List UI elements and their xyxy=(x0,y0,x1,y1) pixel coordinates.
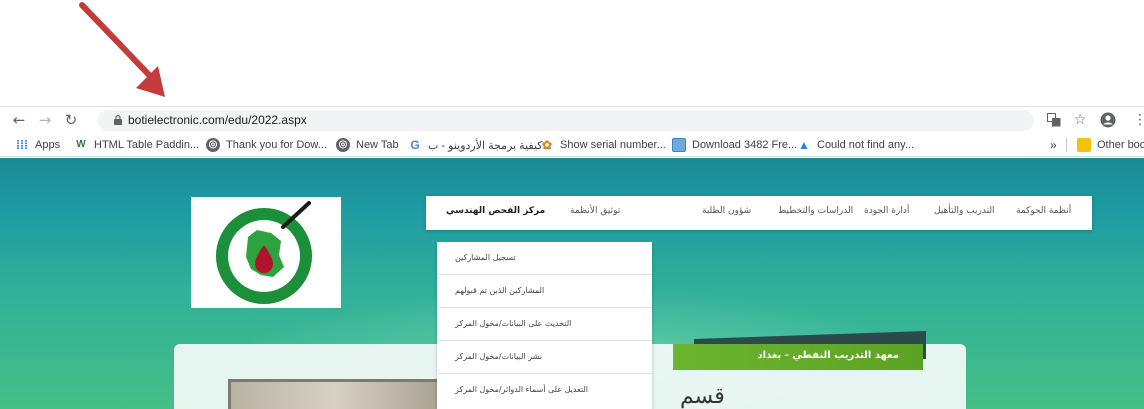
google-icon: G xyxy=(410,138,420,152)
globe-icon: ◎ xyxy=(336,138,350,152)
bookmark-download[interactable]: Download 3482 Fre... xyxy=(672,136,797,154)
star-icon[interactable]: ☆ xyxy=(1070,110,1090,130)
gear-icon: ✿ xyxy=(541,138,553,152)
apps-grid-icon: ⁞⁞⁞ xyxy=(16,138,28,152)
nav-planning[interactable]: الدراسات والتخطيط xyxy=(778,206,853,216)
dropdown-item-label: المشاركين الذين تم قبولهم xyxy=(455,286,545,295)
screenshot: ← → ↻ botielectronic.com/edu/2022.aspx ☆… xyxy=(0,0,1144,409)
bookmarks-overflow-button[interactable]: » xyxy=(1050,136,1057,154)
menu-icon[interactable]: ⋮ xyxy=(1130,110,1144,130)
forward-icon[interactable]: → xyxy=(35,110,55,130)
bookmark-label: Apps xyxy=(35,139,61,151)
account-icon[interactable] xyxy=(1098,110,1118,130)
folder-icon xyxy=(1077,138,1091,152)
globe-icon: ◎ xyxy=(206,138,220,152)
inspection-center-dropdown: تسجيل المشاركين المشاركين الذين تم قبوله… xyxy=(437,242,652,409)
bookmark-label: HTML Table Paddin... xyxy=(94,139,200,151)
website-viewport: أنظمة الحوكمة التدريب والتأهيل أدارة الج… xyxy=(0,158,1144,409)
address-bar[interactable]: botielectronic.com/edu/2022.aspx xyxy=(98,110,1034,131)
image-icon xyxy=(672,138,686,152)
bookmark-could-not-find[interactable]: ▲ Could not find any... xyxy=(797,136,914,154)
nav-training[interactable]: التدريب والتأهيل xyxy=(934,206,995,216)
dropdown-item-label: نشر البيانات/مخول المركز xyxy=(455,352,542,361)
bookmark-label: New Tab xyxy=(356,139,399,151)
bookmark-arduino[interactable]: G كيفية برمجة الأردوينو - ب... xyxy=(408,136,552,154)
nav-inspection-center[interactable]: مركز الفحص الهندسي xyxy=(446,206,545,216)
main-navigation: أنظمة الحوكمة التدريب والتأهيل أدارة الج… xyxy=(426,196,1092,230)
back-icon[interactable]: ← xyxy=(9,110,29,130)
institute-banner: معهد التدريب النفطي - بغداد xyxy=(673,344,923,370)
dropdown-item-register[interactable]: تسجيل المشاركين xyxy=(437,242,652,275)
nav-documentation[interactable]: توثيق الأنظمة xyxy=(570,206,620,216)
nav-quality[interactable]: أدارة الجودة xyxy=(864,206,909,216)
w3-icon: W xyxy=(76,139,86,150)
dropdown-item-update-data[interactable]: التحديث على البيانات/مخول المركز xyxy=(437,308,652,341)
url-text: botielectronic.com/edu/2022.aspx xyxy=(128,113,307,127)
dropdown-item-edit-departments[interactable]: التعديل على أسماء الدوائر/مخول المركز xyxy=(437,374,652,407)
bookmark-divider xyxy=(1066,138,1067,152)
browser-toolbar: ← → ↻ botielectronic.com/edu/2022.aspx ☆… xyxy=(0,106,1144,132)
reload-icon[interactable]: ↻ xyxy=(61,110,81,130)
bookmark-label: Could not find any... xyxy=(817,139,915,151)
annotation-arrow xyxy=(79,2,165,97)
content-photo xyxy=(228,379,443,409)
bookmark-label: Download 3482 Fre... xyxy=(692,139,798,151)
dropdown-item-label: تسجيل المشاركين xyxy=(455,253,516,262)
bookmark-other[interactable]: Other bookmarks xyxy=(1077,136,1144,154)
puzzle-icon: ▲ xyxy=(798,138,810,152)
banner-text: معهد التدريب النفطي - بغداد xyxy=(757,350,899,361)
dropdown-item-label: التحديث على البيانات/مخول المركز xyxy=(455,319,572,328)
overflow-label: » xyxy=(1050,138,1057,152)
bookmark-apps[interactable]: ⁞⁞⁞ Apps xyxy=(15,136,60,154)
lock-icon xyxy=(114,115,122,125)
bookmarks-bar: ⁞⁞⁞ Apps W HTML Table Paddin... ◎ Thank … xyxy=(0,132,1144,157)
bookmark-thank-you[interactable]: ◎ Thank you for Dow... xyxy=(206,136,327,154)
section-title: قسم xyxy=(680,384,725,409)
dropdown-item-accepted[interactable]: المشاركين الذين تم قبولهم xyxy=(437,275,652,308)
logo-emblem-icon xyxy=(216,201,312,304)
dropdown-item-label: التعديل على أسماء الدوائر/مخول المركز xyxy=(455,385,589,394)
bookmark-new-tab[interactable]: ◎ New Tab xyxy=(336,136,399,154)
nav-students[interactable]: شؤون الطلبة xyxy=(702,206,751,216)
translate-icon[interactable] xyxy=(1044,110,1064,130)
bookmark-label: Show serial number... xyxy=(560,139,666,151)
nav-governance[interactable]: أنظمة الحوكمة xyxy=(1016,206,1071,216)
dropdown-item-publish-data[interactable]: نشر البيانات/مخول المركز xyxy=(437,341,652,374)
bookmark-label: Thank you for Dow... xyxy=(226,139,327,151)
bookmark-serial[interactable]: ✿ Show serial number... xyxy=(540,136,666,154)
site-logo[interactable] xyxy=(191,197,341,308)
bookmark-label: Other bookmarks xyxy=(1097,139,1144,151)
bookmark-label: كيفية برمجة الأردوينو - ب... xyxy=(428,139,552,152)
bookmark-html-table[interactable]: W HTML Table Paddin... xyxy=(74,136,199,154)
